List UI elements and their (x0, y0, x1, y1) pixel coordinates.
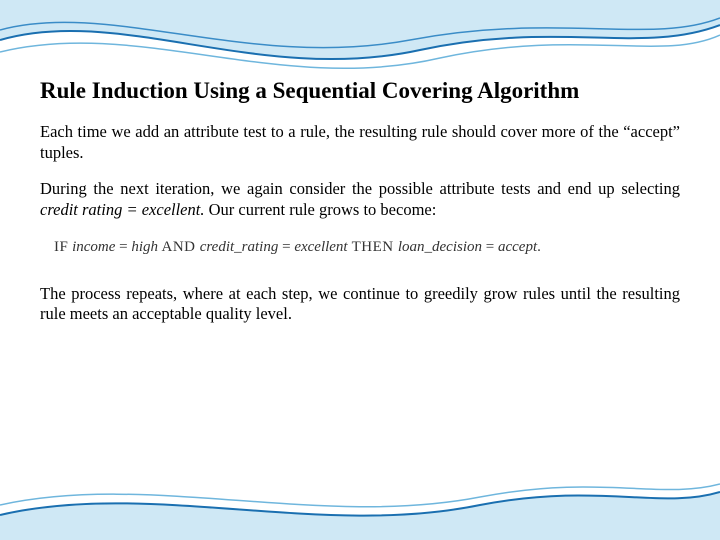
rule-res-val: accept (498, 239, 537, 255)
rule-dot: . (537, 239, 541, 255)
rule-eq2: = (278, 239, 294, 255)
rule-cond2-val: excellent (294, 239, 347, 255)
rule-and: AND (158, 239, 200, 255)
slide-content: Rule Induction Using a Sequential Coveri… (40, 78, 680, 341)
slide-title: Rule Induction Using a Sequential Coveri… (40, 78, 680, 104)
paragraph-1: Each time we add an attribute test to a … (40, 122, 680, 163)
paragraph-2: During the next iteration, we again cons… (40, 179, 680, 220)
rule-cond1-attr: income (72, 239, 115, 255)
paragraph-2-a: During the next iteration, we again cons… (40, 179, 680, 198)
paragraph-2-b: Our current rule grows to become: (204, 200, 436, 219)
rule-cond1-val: high (131, 239, 158, 255)
rule-cond2-attr: credit_rating (200, 239, 279, 255)
rule-eq3: = (482, 239, 498, 255)
rule-expression: IF income = high AND credit_rating = exc… (54, 239, 680, 256)
rule-then: THEN (348, 239, 398, 255)
decorative-wave-bottom (0, 470, 720, 540)
decorative-wave-top (0, 0, 720, 90)
paragraph-3: The process repeats, where at each step,… (40, 284, 680, 325)
rule-res-attr: loan_decision (398, 239, 482, 255)
rule-if: IF (54, 239, 68, 255)
rule-eq1: = (115, 239, 131, 255)
paragraph-2-em: credit rating = excellent. (40, 200, 204, 219)
